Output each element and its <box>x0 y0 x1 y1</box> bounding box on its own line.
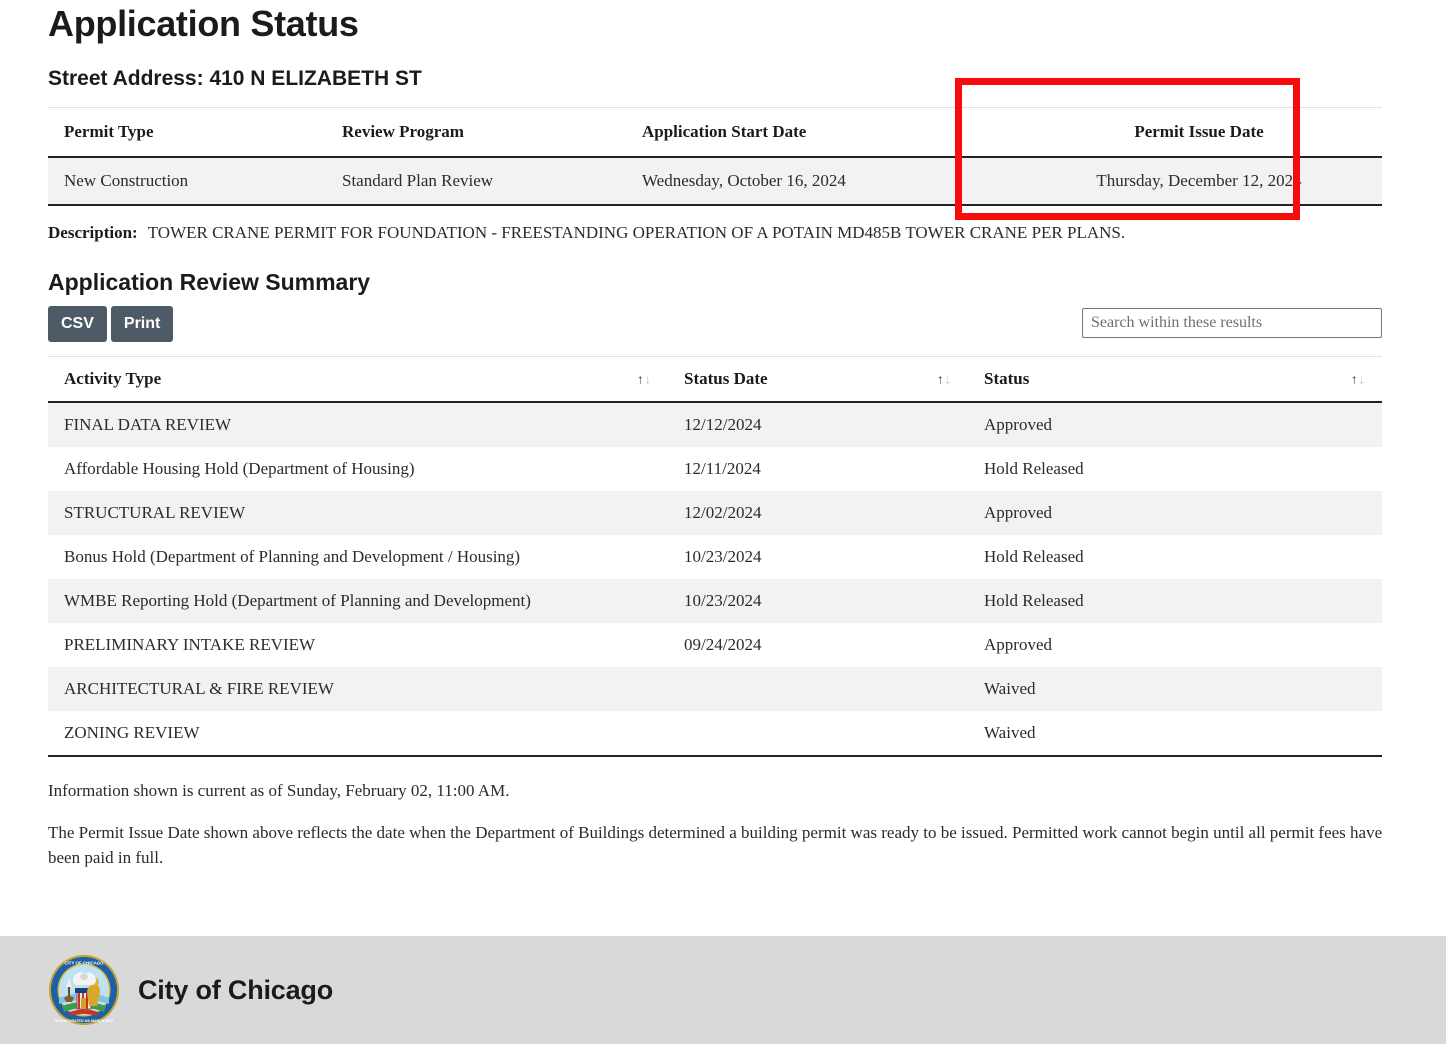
table-row: WMBE Reporting Hold (Department of Plann… <box>48 578 1382 623</box>
print-button[interactable]: Print <box>110 306 174 342</box>
svg-text:CITY OF CHICAGO: CITY OF CHICAGO <box>64 960 104 965</box>
sort-descending-icon: ↓ <box>944 371 952 386</box>
cell-activity-type: PRELIMINARY INTAKE REVIEW <box>48 622 668 667</box>
current-as-of-note: Information shown is current as of Sunda… <box>48 780 510 800</box>
column-header-application-start-date: Application Start Date <box>626 106 1016 158</box>
cell-permit-issue-date: Thursday, December 12, 2024 <box>1016 156 1382 206</box>
column-header-permit-issue-date: Permit Issue Date <box>1016 106 1382 158</box>
cell-activity-type: Affordable Housing Hold (Department of H… <box>48 446 668 491</box>
cell-status: Approved <box>968 490 1382 535</box>
search-input[interactable] <box>1082 308 1382 339</box>
sort-toggle-activity-type[interactable]: ↑↓ <box>637 372 652 385</box>
column-header-permit-type: Permit Type <box>48 106 326 158</box>
table-row: ARCHITECTURAL & FIRE REVIEW Waived <box>48 666 1382 711</box>
description-label: Description: <box>48 222 138 242</box>
permit-summary-table: Permit Type Review Program Application S… <box>48 106 1382 206</box>
sort-ascending-icon: ↑ <box>637 371 645 386</box>
cell-status-date: 10/23/2024 <box>668 578 968 623</box>
site-footer: CITY OF CHICAGO INCORPORATED 4th MARCH 1… <box>0 936 1446 1044</box>
column-header-status-date[interactable]: Status Date ↑↓ <box>668 355 968 403</box>
application-review-summary-title: Application Review Summary <box>48 268 371 295</box>
table-row: PRELIMINARY INTAKE REVIEW 09/24/2024 Appro… <box>48 622 1382 667</box>
cell-review-program: Standard Plan Review <box>326 156 626 206</box>
cell-status: Hold Released <box>968 446 1382 491</box>
permit-issue-date-note: The Permit Issue Date shown above reflec… <box>48 823 1383 867</box>
sort-toggle-status[interactable]: ↑↓ <box>1351 372 1366 385</box>
csv-button[interactable]: CSV <box>48 306 107 342</box>
column-header-activity-type[interactable]: Activity Type ↑↓ <box>48 355 668 403</box>
review-table-head: Activity Type ↑↓ Status Date ↑↓ Status ↑… <box>48 355 1382 403</box>
export-button-group: CSV Print <box>48 306 174 342</box>
cell-status-date: 12/12/2024 <box>668 401 968 447</box>
permit-table-body: New Construction Standard Plan Review We… <box>48 156 1382 206</box>
column-header-review-program: Review Program <box>326 106 626 158</box>
table-row: New Construction Standard Plan Review We… <box>48 156 1382 206</box>
cell-status: Hold Released <box>968 578 1382 623</box>
table-row: FINAL DATA REVIEW 12/12/2024 Approved <box>48 401 1382 447</box>
sort-descending-icon: ↓ <box>644 371 652 386</box>
city-of-chicago-seal-icon: CITY OF CHICAGO INCORPORATED 4th MARCH 1… <box>48 954 120 1026</box>
permit-description: Description: TOWER CRANE PERMIT FOR FOUND… <box>48 222 1398 245</box>
cell-status: Waived <box>968 666 1382 711</box>
table-row: STRUCTURAL REVIEW 12/02/2024 Approved <box>48 490 1382 535</box>
svg-text:INCORPORATED 4th MARCH 1837: INCORPORATED 4th MARCH 1837 <box>55 1019 114 1023</box>
cell-status: Approved <box>968 622 1382 667</box>
review-summary-toolbar: CSV Print <box>48 306 1382 342</box>
cell-status-date <box>668 666 968 711</box>
table-row: Affordable Housing Hold (Department of H… <box>48 446 1382 491</box>
application-review-summary-table: Activity Type ↑↓ Status Date ↑↓ Status ↑… <box>48 355 1382 757</box>
cell-status: Hold Released <box>968 534 1382 579</box>
cell-activity-type: FINAL DATA REVIEW <box>48 401 668 447</box>
description-text: TOWER CRANE PERMIT FOR FOUNDATION - FREE… <box>147 222 1126 242</box>
sort-ascending-icon: ↑ <box>1351 371 1359 386</box>
column-header-activity-type-label: Activity Type <box>64 368 162 388</box>
table-row: ZONING REVIEW Waived <box>48 710 1382 757</box>
table-row: Bonus Hold (Department of Planning and D… <box>48 534 1382 579</box>
sort-ascending-icon: ↑ <box>937 371 945 386</box>
cell-status: Waived <box>968 710 1382 757</box>
cell-application-start-date: Wednesday, October 16, 2024 <box>626 156 1016 206</box>
review-table-header-row: Activity Type ↑↓ Status Date ↑↓ Status ↑… <box>48 355 1382 403</box>
cell-activity-type: WMBE Reporting Hold (Department of Plann… <box>48 578 668 623</box>
review-table-body: FINAL DATA REVIEW 12/12/2024 Approved Affor… <box>48 401 1382 757</box>
footer-brand[interactable]: CITY OF CHICAGO INCORPORATED 4th MARCH 1… <box>48 954 333 1026</box>
cell-activity-type: Bonus Hold (Department of Planning and D… <box>48 534 668 579</box>
permit-table-header-row: Permit Type Review Program Application S… <box>48 106 1382 158</box>
application-status-page: Application Status Street Address: 410 N… <box>0 0 1446 1044</box>
sort-descending-icon: ↓ <box>1358 371 1366 386</box>
cell-activity-type: STRUCTURAL REVIEW <box>48 490 668 535</box>
search-container <box>1082 306 1382 339</box>
cell-activity-type: ZONING REVIEW <box>48 710 668 757</box>
column-header-status-date-label: Status Date <box>684 368 768 388</box>
sort-toggle-status-date[interactable]: ↑↓ <box>937 372 952 385</box>
cell-status-date: 12/11/2024 <box>668 446 968 491</box>
cell-status-date <box>668 710 968 757</box>
street-address: Street Address: 410 N ELIZABETH ST <box>48 66 422 90</box>
cell-status-date: 09/24/2024 <box>668 622 968 667</box>
cell-activity-type: ARCHITECTURAL & FIRE REVIEW <box>48 666 668 711</box>
cell-permit-type: New Construction <box>48 156 326 206</box>
footer-city-name: City of Chicago <box>138 974 334 1005</box>
column-header-status[interactable]: Status ↑↓ <box>968 355 1382 403</box>
cell-status: Approved <box>968 401 1382 447</box>
column-header-status-label: Status <box>984 368 1030 388</box>
page-content: Application Status Street Address: 410 N… <box>0 0 1446 870</box>
page-title: Application Status <box>48 3 359 44</box>
permit-table-head: Permit Type Review Program Application S… <box>48 106 1382 158</box>
cell-status-date: 12/02/2024 <box>668 490 968 535</box>
cell-status-date: 10/23/2024 <box>668 534 968 579</box>
